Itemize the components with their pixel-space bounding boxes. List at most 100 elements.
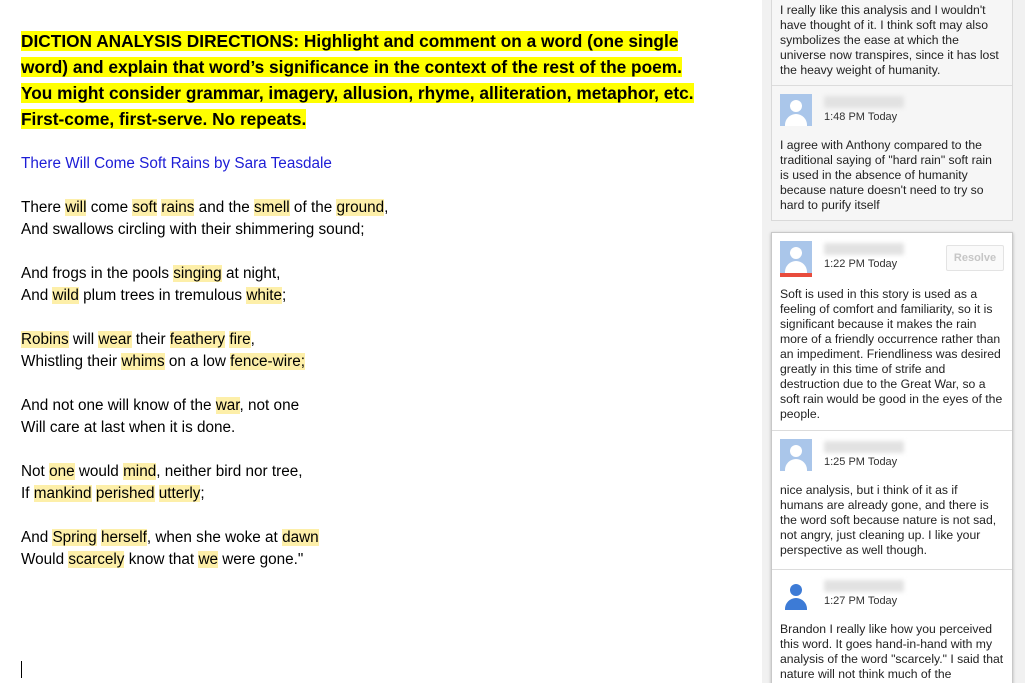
highlighted-word[interactable]: whims	[121, 353, 165, 370]
highlighted-word[interactable]: scarcely	[68, 551, 125, 568]
poem-text: And	[21, 287, 53, 304]
comment-text: Soft is used in this story is used as a …	[780, 287, 1003, 421]
poem-line[interactable]: And swallows circling with their shimmer…	[21, 219, 388, 241]
highlighted-word[interactable]: we	[198, 551, 218, 568]
comment-reply[interactable]: I really like this analysis and I wouldn…	[772, 0, 1012, 85]
highlighted-word[interactable]: herself	[100, 529, 147, 546]
poem-line[interactable]: Whistling their whims on a low fence-wir…	[21, 351, 388, 373]
highlighted-word[interactable]: dawn	[282, 529, 319, 546]
poem-body[interactable]: There will come soft rains and the smell…	[21, 197, 388, 593]
resolve-button[interactable]: Resolve	[946, 245, 1004, 271]
comment-thread-2[interactable]: 1:22 PM Today Resolve Soft is used in th…	[771, 232, 1013, 683]
highlighted-word[interactable]: white	[246, 287, 283, 304]
poem-text: ,	[384, 199, 389, 216]
highlighted-word[interactable]: perished	[95, 485, 155, 502]
poem-line[interactable]: Will care at last when it is done.	[21, 417, 388, 439]
highlighted-word[interactable]: fence-wire;	[230, 353, 305, 370]
poem-text: and the	[194, 199, 254, 216]
poem-line[interactable]: There will come soft rains and the smell…	[21, 197, 388, 219]
poem-text: know that	[124, 551, 199, 568]
poem-text: Not	[21, 463, 50, 480]
poem-text: on a low	[164, 353, 231, 370]
author-name-blurred	[824, 243, 904, 255]
comment-text: Brandon I really like how you perceived …	[780, 622, 1004, 683]
highlighted-word[interactable]: one	[49, 463, 75, 480]
poem-text: Will care at last when it is done.	[21, 419, 236, 436]
highlighted-word[interactable]: utterly	[158, 485, 201, 502]
highlighted-word[interactable]: feathery	[169, 331, 226, 348]
user-silhouette-icon	[780, 439, 812, 471]
poem-text: at night,	[221, 265, 281, 282]
poem-title-link[interactable]: There Will Come Soft Rains by Sara Teasd…	[21, 154, 332, 174]
poem-text: There	[21, 199, 66, 216]
highlighted-word[interactable]: war	[215, 397, 240, 414]
highlighted-word[interactable]: Robins	[21, 331, 69, 348]
highlighted-word[interactable]: rains	[161, 199, 195, 216]
author-name-blurred	[824, 96, 904, 108]
poem-text: And swallows circling with their shimmer…	[21, 221, 365, 238]
avatar-status-bar	[780, 273, 812, 277]
comment-timestamp: 1:27 PM Today	[824, 595, 898, 607]
poem-text: ;	[282, 287, 287, 304]
highlighted-word[interactable]: mind	[123, 463, 157, 480]
user-silhouette-icon	[780, 241, 812, 273]
author-name-blurred	[824, 441, 904, 453]
highlighted-word[interactable]: wild	[52, 287, 79, 304]
poem-text: of the	[289, 199, 337, 216]
poem-stanza: Not one would mind, neither bird nor tre…	[21, 461, 388, 505]
comments-panel: I really like this analysis and I wouldn…	[762, 0, 1025, 683]
poem-line[interactable]: If mankind perished utterly;	[21, 483, 388, 505]
comment-timestamp: 1:22 PM Today	[824, 258, 898, 270]
comment-text: I agree with Anthony compared to the tra…	[780, 138, 992, 212]
poem-line[interactable]: Not one would mind, neither bird nor tre…	[21, 461, 388, 483]
comment-text: I really like this analysis and I wouldn…	[780, 3, 999, 77]
poem-stanza: And frogs in the pools singing at night,…	[21, 263, 388, 307]
poem-text: Whistling their	[21, 353, 122, 370]
poem-text: , when she woke at	[146, 529, 283, 546]
comment-reply[interactable]: 1:25 PM Today nice analysis, but i think…	[772, 430, 1012, 569]
poem-stanza: There will come soft rains and the smell…	[21, 197, 388, 241]
poem-stanza: Robins will wear their feathery fire, Whi…	[21, 329, 388, 373]
poem-text: ;	[200, 485, 205, 502]
comment-reply[interactable]: 1:48 PM Today I agree with Anthony compa…	[772, 85, 1012, 222]
poem-text: ,	[250, 331, 255, 348]
highlighted-word[interactable]: singing	[173, 265, 222, 282]
comment-text: nice analysis, but i think of it as if h…	[780, 483, 997, 557]
highlighted-word[interactable]: fire	[229, 331, 251, 348]
poem-line[interactable]: And Spring herself, when she woke at daw…	[21, 527, 388, 549]
comment-timestamp: 1:25 PM Today	[824, 456, 898, 468]
poem-line[interactable]: And wild plum trees in tremulous white;	[21, 285, 388, 307]
author-name-blurred	[824, 580, 904, 592]
highlighted-word[interactable]: ground	[336, 199, 385, 216]
directions-text[interactable]: DICTION ANALYSIS DIRECTIONS: Highlight a…	[21, 31, 694, 129]
comment-reply[interactable]: 1:27 PM Today Brandon I really like how …	[772, 569, 1012, 683]
comment-thread-1[interactable]: I really like this analysis and I wouldn…	[771, 0, 1013, 221]
poem-text: will	[68, 331, 99, 348]
poem-text: come	[86, 199, 133, 216]
poem-text: would	[74, 463, 124, 480]
comment-timestamp: 1:48 PM Today	[824, 111, 898, 123]
poem-stanza: And Spring herself, when she woke at daw…	[21, 527, 388, 571]
diction-directions[interactable]: DICTION ANALYSIS DIRECTIONS: Highlight a…	[21, 28, 701, 132]
poem-line[interactable]: Would scarcely know that we were gone."	[21, 549, 388, 571]
poem-text: were gone."	[218, 551, 304, 568]
highlighted-word[interactable]: will	[65, 199, 87, 216]
highlighted-word[interactable]: smell	[253, 199, 290, 216]
poem-stanza: And not one will know of the war, not on…	[21, 395, 388, 439]
poem-line[interactable]: Robins will wear their feathery fire,	[21, 329, 388, 351]
poem-line[interactable]: And not one will know of the war, not on…	[21, 395, 388, 417]
highlighted-word[interactable]: wear	[98, 331, 132, 348]
poem-text: If	[21, 485, 34, 502]
text-cursor	[21, 661, 22, 678]
poem-text: And	[21, 529, 53, 546]
poem-text: And frogs in the pools	[21, 265, 174, 282]
comment-main[interactable]: 1:22 PM Today Resolve Soft is used in th…	[772, 233, 1012, 430]
highlighted-word[interactable]: soft	[132, 199, 158, 216]
user-silhouette-icon	[780, 578, 812, 610]
poem-text: , neither bird nor tree,	[156, 463, 303, 480]
highlighted-word[interactable]: mankind	[33, 485, 92, 502]
poem-line[interactable]: And frogs in the pools singing at night,	[21, 263, 388, 285]
poem-text: their	[131, 331, 170, 348]
poem-text: , not one	[239, 397, 300, 414]
highlighted-word[interactable]: Spring	[52, 529, 97, 546]
